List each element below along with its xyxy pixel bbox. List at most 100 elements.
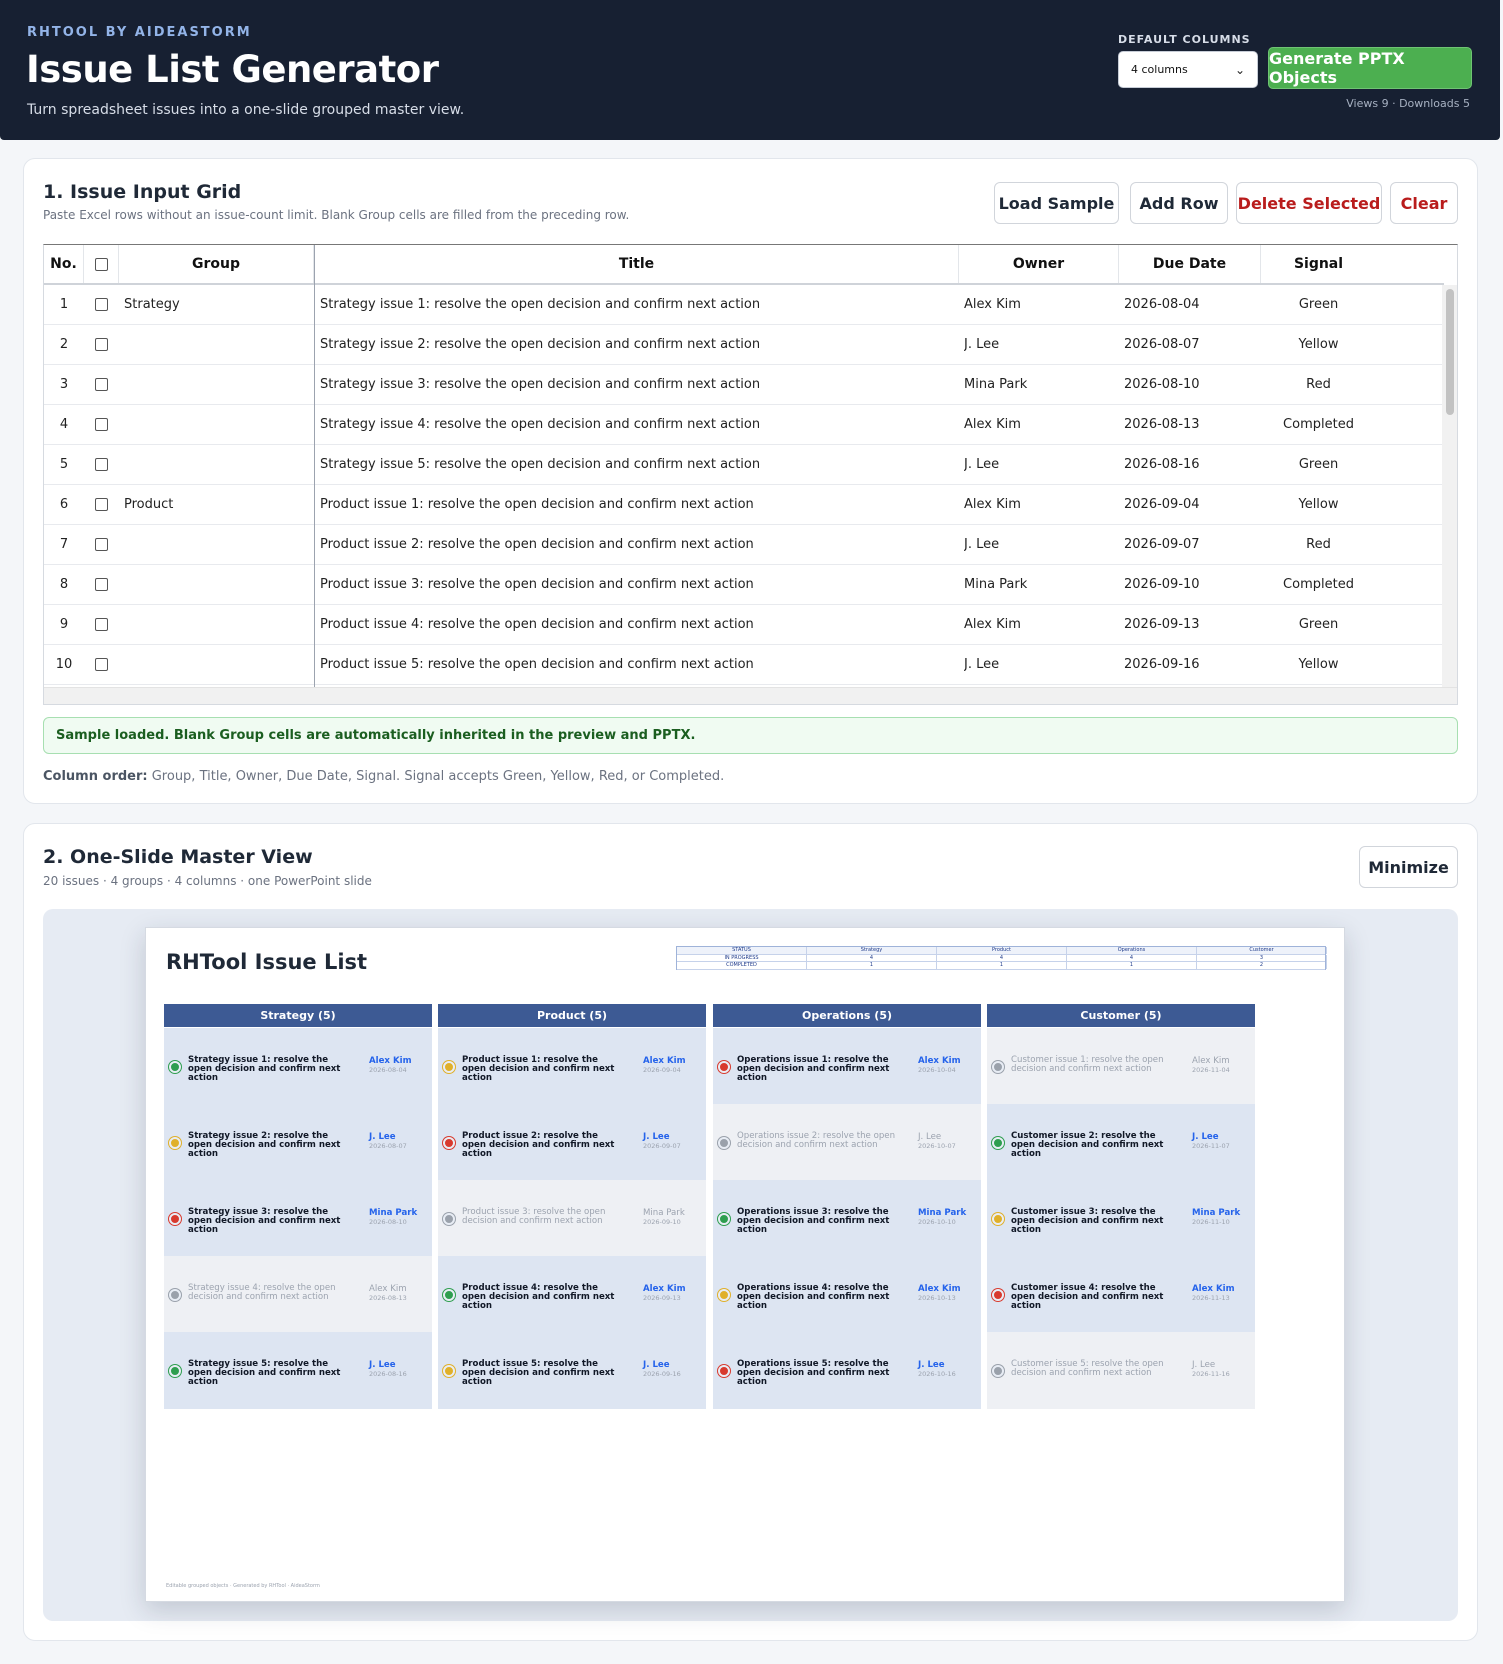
cell-group[interactable] — [124, 325, 314, 364]
table-row[interactable]: 8 Product issue 3: resolve the open decis… — [44, 565, 1444, 605]
cell-title[interactable]: Strategy issue 2: resolve the open decis… — [320, 325, 959, 364]
cell-no[interactable]: 2 — [44, 325, 84, 364]
cell-due-date[interactable]: 2026-08-10 — [1124, 365, 1261, 404]
cell-select[interactable] — [84, 525, 119, 564]
cell-group[interactable] — [124, 645, 314, 684]
col-header-select[interactable] — [84, 245, 119, 283]
cell-due-date[interactable]: 2026-09-16 — [1124, 645, 1261, 684]
cell-due-date[interactable]: 2026-09-07 — [1124, 525, 1261, 564]
cell-owner[interactable]: Alex Kim — [964, 285, 1119, 324]
cell-group[interactable] — [124, 365, 314, 404]
row-checkbox[interactable] — [95, 538, 108, 551]
cell-due-date[interactable]: 2026-08-16 — [1124, 445, 1261, 484]
cell-signal[interactable]: Completed — [1261, 565, 1376, 604]
row-checkbox[interactable] — [95, 298, 108, 311]
cell-select[interactable] — [84, 365, 119, 404]
cell-select[interactable] — [84, 645, 119, 684]
cell-signal[interactable]: Yellow — [1261, 645, 1376, 684]
load-sample-button[interactable]: Load Sample — [994, 182, 1119, 224]
cell-group[interactable] — [124, 565, 314, 604]
issue-grid[interactable]: No. Group Title Owner Due Date Signal 1 S… — [43, 244, 1458, 705]
cell-title[interactable]: Strategy issue 4: resolve the open decis… — [320, 405, 959, 444]
table-row[interactable]: 7 Product issue 2: resolve the open decis… — [44, 525, 1444, 565]
cell-due-date[interactable]: 2026-08-07 — [1124, 325, 1261, 364]
cell-select[interactable] — [84, 485, 119, 524]
cell-owner[interactable]: Mina Park — [964, 365, 1119, 404]
cell-title[interactable]: Strategy issue 5: resolve the open decis… — [320, 445, 959, 484]
cell-no[interactable]: 1 — [44, 285, 84, 324]
cell-due-date[interactable]: 2026-09-13 — [1124, 605, 1261, 644]
cell-signal[interactable]: Red — [1261, 365, 1376, 404]
row-checkbox[interactable] — [95, 618, 108, 631]
cell-title[interactable]: Product issue 2: resolve the open decisi… — [320, 525, 959, 564]
cell-group[interactable]: Product — [124, 485, 314, 524]
cell-no[interactable]: 4 — [44, 405, 84, 444]
cell-group[interactable] — [124, 405, 314, 444]
table-row[interactable]: 10 Product issue 5: resolve the open deci… — [44, 645, 1444, 685]
cell-due-date[interactable]: 2026-09-04 — [1124, 485, 1261, 524]
cell-owner[interactable]: J. Lee — [964, 645, 1119, 684]
cell-owner[interactable]: Alex Kim — [964, 405, 1119, 444]
row-checkbox[interactable] — [95, 458, 108, 471]
cell-group[interactable] — [124, 445, 314, 484]
cell-signal[interactable]: Yellow — [1261, 325, 1376, 364]
cell-select[interactable] — [84, 565, 119, 604]
cell-title[interactable]: Product issue 1: resolve the open decisi… — [320, 485, 959, 524]
cell-group[interactable]: Strategy — [124, 285, 314, 324]
cell-no[interactable]: 3 — [44, 365, 84, 404]
cell-signal[interactable]: Yellow — [1261, 485, 1376, 524]
cell-owner[interactable]: Alex Kim — [964, 485, 1119, 524]
cell-title[interactable]: Product issue 4: resolve the open decisi… — [320, 605, 959, 644]
clear-button[interactable]: Clear — [1390, 182, 1458, 224]
row-checkbox[interactable] — [95, 378, 108, 391]
cell-signal[interactable]: Red — [1261, 525, 1376, 564]
horizontal-scrollbar[interactable] — [44, 687, 1457, 704]
add-row-button[interactable]: Add Row — [1130, 182, 1228, 224]
cell-group[interactable] — [124, 525, 314, 564]
cell-owner[interactable]: Alex Kim — [964, 605, 1119, 644]
cell-due-date[interactable]: 2026-08-04 — [1124, 285, 1261, 324]
row-checkbox[interactable] — [95, 578, 108, 591]
table-row[interactable]: 5 Strategy issue 5: resolve the open deci… — [44, 445, 1444, 485]
cell-signal[interactable]: Green — [1261, 605, 1376, 644]
cell-select[interactable] — [84, 445, 119, 484]
cell-select[interactable] — [84, 605, 119, 644]
cell-no[interactable]: 10 — [44, 645, 84, 684]
table-row[interactable]: 9 Product issue 4: resolve the open decis… — [44, 605, 1444, 645]
cell-title[interactable]: Strategy issue 3: resolve the open decis… — [320, 365, 959, 404]
generate-pptx-button[interactable]: Generate PPTX Objects — [1268, 47, 1472, 89]
minimize-button[interactable]: Minimize — [1359, 846, 1458, 888]
cell-no[interactable]: 6 — [44, 485, 84, 524]
row-checkbox[interactable] — [95, 418, 108, 431]
table-row[interactable]: 6 Product Product issue 1: resolve the ope… — [44, 485, 1444, 525]
cell-owner[interactable]: Mina Park — [964, 565, 1119, 604]
cell-no[interactable]: 5 — [44, 445, 84, 484]
cell-signal[interactable]: Green — [1261, 285, 1376, 324]
cell-no[interactable]: 8 — [44, 565, 84, 604]
cell-owner[interactable]: J. Lee — [964, 325, 1119, 364]
table-row[interactable]: 1 Strategy Strategy issue 1: resolve the o… — [44, 285, 1444, 325]
cell-due-date[interactable]: 2026-08-13 — [1124, 405, 1261, 444]
cell-signal[interactable]: Completed — [1261, 405, 1376, 444]
select-all-checkbox[interactable] — [94, 257, 108, 271]
cell-select[interactable] — [84, 325, 119, 364]
cell-signal[interactable]: Green — [1261, 445, 1376, 484]
cell-no[interactable]: 9 — [44, 605, 84, 644]
vertical-scroll-thumb[interactable] — [1446, 289, 1454, 415]
table-row[interactable]: 4 Strategy issue 4: resolve the open deci… — [44, 405, 1444, 445]
row-checkbox[interactable] — [95, 338, 108, 351]
cell-owner[interactable]: J. Lee — [964, 525, 1119, 564]
cell-select[interactable] — [84, 285, 119, 324]
table-row[interactable]: 3 Strategy issue 3: resolve the open deci… — [44, 365, 1444, 405]
cell-title[interactable]: Strategy issue 1: resolve the open decis… — [320, 285, 959, 324]
cell-owner[interactable]: J. Lee — [964, 445, 1119, 484]
default-columns-select[interactable]: 4 columns ⌄ — [1118, 51, 1258, 88]
cell-no[interactable]: 7 — [44, 525, 84, 564]
cell-title[interactable]: Product issue 3: resolve the open decisi… — [320, 565, 959, 604]
row-checkbox[interactable] — [95, 658, 108, 671]
table-row[interactable]: 2 Strategy issue 2: resolve the open deci… — [44, 325, 1444, 365]
cell-group[interactable] — [124, 605, 314, 644]
delete-selected-button[interactable]: Delete Selected — [1236, 182, 1382, 224]
row-checkbox[interactable] — [95, 498, 108, 511]
cell-select[interactable] — [84, 405, 119, 444]
